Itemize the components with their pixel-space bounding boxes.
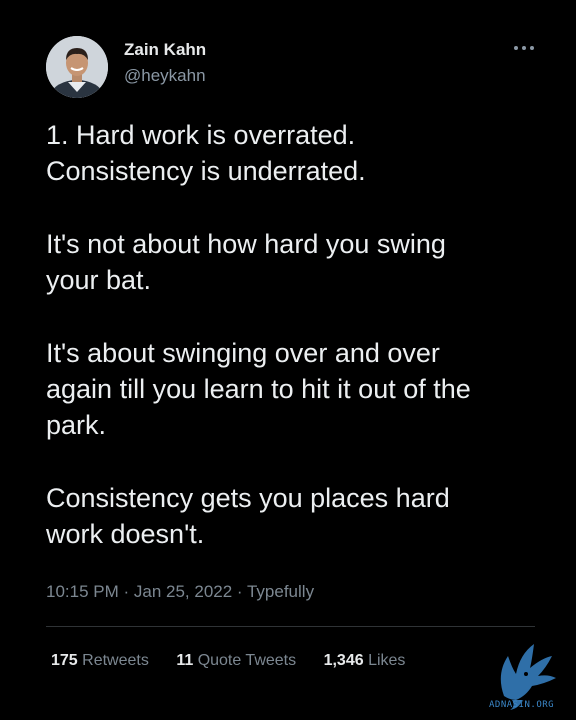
tweet-line: 1. Hard work is overrated. — [46, 120, 356, 150]
engagement-stats: 175 Retweets 11 Quote Tweets 1,346 Likes — [51, 650, 428, 672]
likes-count: 1,346 — [323, 652, 364, 669]
tweet-line: Consistency gets you places hard — [46, 483, 450, 513]
tweet-line: your bat. — [46, 265, 152, 295]
retweets-count: 175 — [51, 652, 78, 669]
author-handle[interactable]: @heykahn — [124, 66, 206, 86]
retweets-stat[interactable]: 175 Retweets — [51, 650, 149, 672]
tweet-paragraph: Consistency gets you places hard work doe… — [46, 480, 546, 552]
tweet-line: work doesn't. — [46, 519, 205, 549]
tweet-line: Consistency is underrated. — [46, 156, 366, 186]
more-horizontal-icon[interactable] — [510, 40, 538, 56]
tweet-line: again till you learn to hit it out of th… — [46, 374, 471, 404]
retweets-label: Retweets — [82, 652, 149, 669]
tweet-body: 1. Hard work is overrated. Consistency is… — [46, 117, 546, 589]
divider — [46, 626, 535, 627]
watermark-text: ADNASIN.ORG — [489, 700, 555, 710]
author-avatar[interactable] — [46, 36, 108, 98]
likes-label: Likes — [368, 652, 406, 669]
tweet-paragraph: It's not about how hard you swing your ba… — [46, 226, 546, 298]
tweet-line: park. — [46, 410, 107, 440]
tweet-card: Zain Kahn @heykahn 1. Hard work is overr… — [0, 0, 576, 720]
tweet-line: It's about swinging over and over — [46, 338, 440, 368]
quote-tweets-label: Quote Tweets — [197, 652, 297, 669]
quote-tweets-stat[interactable]: 11 Quote Tweets — [176, 650, 296, 672]
tweet-paragraph: It's about swinging over and over again t… — [46, 335, 546, 443]
tweet-line: It's not about how hard you swing — [46, 229, 446, 259]
author-info: Zain Kahn @heykahn — [124, 40, 206, 86]
tweet-timestamp[interactable]: 10:15 PM · Jan 25, 2022 · Typefully — [46, 580, 314, 604]
person-avatar-icon — [46, 36, 108, 98]
likes-stat[interactable]: 1,346 Likes — [324, 650, 406, 672]
quote-tweets-count: 11 — [176, 652, 194, 669]
author-display-name[interactable]: Zain Kahn — [124, 40, 206, 60]
tweet-paragraph: 1. Hard work is overrated. Consistency is… — [46, 117, 546, 189]
